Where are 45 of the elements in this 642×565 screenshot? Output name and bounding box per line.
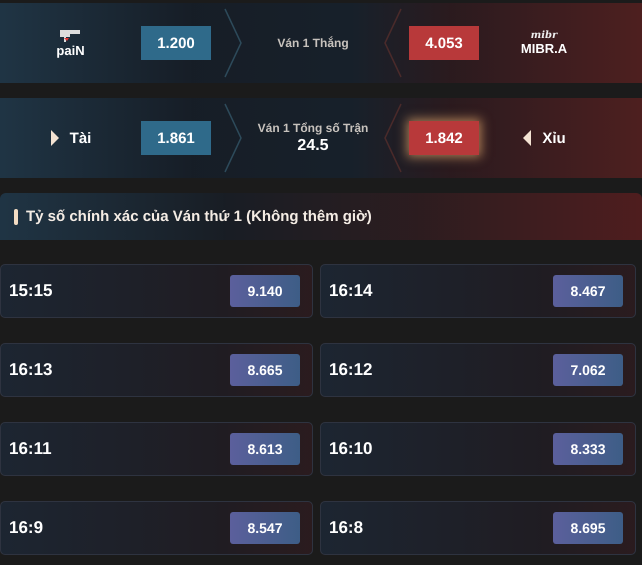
odds-button[interactable]: 1.200 (141, 26, 211, 60)
odds-button[interactable]: 9.140 (230, 275, 300, 307)
market-label: Ván 1 Thắng (277, 36, 349, 50)
odds-button[interactable]: 8.613 (230, 433, 300, 465)
score-label: 16:11 (9, 439, 52, 459)
odds-button[interactable]: 8.333 (553, 433, 623, 465)
odds-button[interactable]: 4.053 (409, 26, 479, 60)
divider-chevron-icon (224, 8, 242, 78)
odds-button[interactable]: 8.547 (230, 512, 300, 544)
team-logo: mibr (530, 30, 558, 41)
accent-bar (14, 208, 18, 224)
score-card[interactable]: 16:8 8.695 (320, 501, 636, 555)
score-label: 16:13 (9, 360, 52, 380)
odds-button[interactable]: 8.665 (230, 354, 300, 386)
under-label: Xỉu (542, 130, 566, 146)
over-label: Tài (70, 130, 92, 146)
divider-chevron-icon (224, 103, 242, 173)
section-title: Tỷ số chính xác của Ván thứ 1 (Không thêm giờ) (26, 208, 372, 225)
score-card[interactable]: 16:13 8.665 (0, 343, 313, 397)
score-label: 16:9 (9, 518, 44, 538)
score-card[interactable]: 16:10 8.333 (320, 422, 636, 476)
score-card[interactable]: 16:9 8.547 (0, 501, 313, 555)
score-label: 16:10 (329, 439, 372, 459)
market-label: Ván 1 Tổng số Trận (258, 121, 368, 135)
odds-button[interactable]: 1.842 (409, 121, 479, 155)
odds-button[interactable]: 8.695 (553, 512, 623, 544)
score-card[interactable]: 16:14 8.467 (320, 264, 636, 318)
odds-button[interactable]: 1.861 (141, 121, 211, 155)
team-logo-icon (59, 28, 82, 42)
team-name: paiN (56, 42, 85, 58)
chevron-right-icon (50, 129, 60, 147)
odds-button[interactable]: 8.467 (553, 275, 623, 307)
score-label: 16:12 (329, 360, 372, 380)
score-card[interactable]: 16:12 7.062 (320, 343, 636, 397)
odds-button[interactable]: 7.062 (553, 354, 623, 386)
score-label: 16:14 (329, 281, 372, 301)
score-card[interactable]: 16:11 8.613 (0, 422, 313, 476)
divider-chevron-icon (384, 103, 402, 173)
line-value: 24.5 (297, 137, 329, 155)
score-label: 15:15 (9, 281, 52, 301)
score-label: 16:8 (329, 518, 364, 538)
divider-chevron-icon (384, 8, 402, 78)
team-name: MIBR.A (520, 41, 568, 56)
score-card[interactable]: 15:15 9.140 (0, 264, 313, 318)
chevron-left-icon (522, 129, 532, 147)
